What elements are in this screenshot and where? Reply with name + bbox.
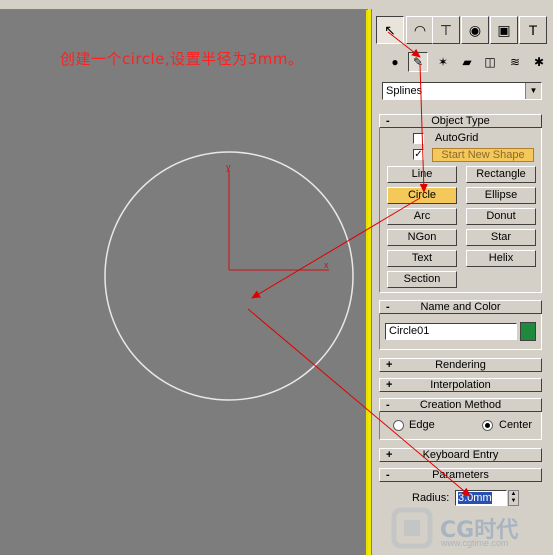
object-type-button-rectangle[interactable]: Rectangle: [466, 166, 536, 183]
systems-icon[interactable]: ✱: [529, 52, 549, 72]
object-type-button-donut[interactable]: Donut: [466, 208, 536, 225]
helpers-icon[interactable]: ◫: [480, 52, 500, 72]
object-type-button-line[interactable]: Line: [387, 166, 457, 183]
collapse-minus-icon: -: [386, 399, 390, 411]
modify-icon[interactable]: ◠: [406, 16, 434, 44]
expand-plus-icon: +: [386, 359, 393, 371]
geometry-icon[interactable]: ●: [385, 52, 405, 72]
start-new-shape-button[interactable]: Start New Shape: [432, 148, 534, 162]
object-type-button-section[interactable]: Section: [387, 271, 457, 288]
radius-label: Radius:: [412, 492, 450, 504]
center-label: Center: [499, 419, 533, 431]
rollout-title: Creation Method: [419, 399, 502, 411]
edge-label: Edge: [409, 419, 435, 431]
rollout-title: Interpolation: [430, 379, 491, 391]
autogrid-label: AutoGrid: [435, 132, 479, 144]
rollout-title: Object Type: [431, 115, 490, 127]
shapes-icon[interactable]: ✎: [408, 52, 428, 72]
object-type-button-helix[interactable]: Helix: [466, 250, 536, 267]
collapse-minus-icon: -: [386, 115, 390, 127]
hierarchy-icon[interactable]: ⊤: [432, 16, 460, 44]
rollout-rendering-header[interactable]: + Rendering: [379, 358, 542, 372]
rollout-title: Rendering: [435, 359, 486, 371]
object-type-button-arc[interactable]: Arc: [387, 208, 457, 225]
watermark-url: www.cgtime.com: [441, 538, 509, 548]
axis-y-label: y: [226, 162, 231, 172]
rollout-name-color-header[interactable]: - Name and Color: [379, 300, 542, 314]
chevron-down-icon[interactable]: ▼: [525, 83, 541, 99]
rollout-creation-method-header[interactable]: - Creation Method: [379, 398, 542, 412]
space-warps-icon[interactable]: ≋: [505, 52, 525, 72]
viewport-canvas[interactable]: x y: [0, 0, 368, 555]
utilities-icon[interactable]: T: [519, 16, 547, 44]
rollout-title: Name and Color: [420, 301, 501, 313]
start-new-shape-checkbox[interactable]: ✓: [413, 149, 424, 160]
rollout-title: Parameters: [432, 469, 489, 481]
category-dropdown[interactable]: Splines ▼: [382, 82, 542, 100]
collapse-minus-icon: -: [386, 301, 390, 313]
object-type-button-ellipse[interactable]: Ellipse: [466, 187, 536, 204]
collapse-minus-icon: -: [386, 469, 390, 481]
edge-radio[interactable]: [393, 420, 404, 431]
rollout-parameters-header[interactable]: - Parameters: [379, 468, 542, 482]
object-color-swatch[interactable]: [520, 322, 536, 341]
cameras-icon[interactable]: ▰: [457, 52, 477, 72]
object-type-button-star[interactable]: Star: [466, 229, 536, 246]
rollout-keyboard-entry-header[interactable]: + Keyboard Entry: [379, 448, 542, 462]
object-type-button-text[interactable]: Text: [387, 250, 457, 267]
expand-plus-icon: +: [386, 379, 393, 391]
lights-icon[interactable]: ✶: [433, 52, 453, 72]
autogrid-checkbox[interactable]: [413, 133, 424, 144]
display-icon[interactable]: ▣: [490, 16, 518, 44]
object-type-button-ngon[interactable]: NGon: [387, 229, 457, 246]
rollout-interpolation-header[interactable]: + Interpolation: [379, 378, 542, 392]
object-name-field[interactable]: Circle01: [385, 323, 517, 340]
rollout-object-type-header[interactable]: - Object Type: [379, 114, 542, 128]
viewport-active-border: [368, 9, 371, 555]
object-type-button-circle[interactable]: Circle: [387, 187, 457, 204]
rollout-title: Keyboard Entry: [422, 449, 499, 461]
category-dropdown-value: Splines: [386, 85, 423, 97]
axis-x-label: x: [324, 260, 329, 270]
expand-plus-icon: +: [386, 449, 393, 461]
motion-icon[interactable]: ◉: [461, 16, 489, 44]
annotation-text: 创建一个circle,设置半径为3mm。: [60, 50, 304, 68]
viewport-top[interactable]: x y: [0, 0, 368, 555]
center-radio[interactable]: [482, 420, 493, 431]
radius-value: 3.0mm: [458, 492, 492, 504]
create-icon[interactable]: ↖: [376, 16, 404, 44]
